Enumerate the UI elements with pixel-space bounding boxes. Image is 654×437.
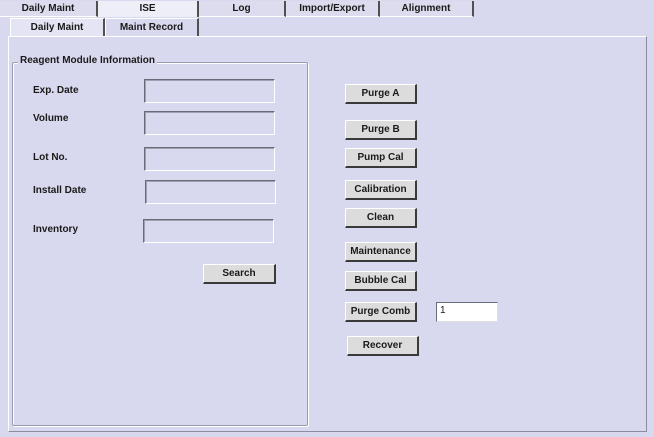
exp-date-label: Exp. Date bbox=[33, 85, 79, 96]
inventory-label: Inventory bbox=[33, 224, 79, 235]
exp-date-field[interactable] bbox=[144, 79, 275, 103]
volume-label: Volume bbox=[33, 113, 69, 124]
purge-comb-count-input[interactable]: 1 bbox=[436, 302, 498, 322]
purge-comb-button[interactable]: Purge Comb bbox=[345, 302, 417, 322]
subtab-maint-record[interactable]: Maint Record bbox=[105, 18, 199, 36]
calibration-button[interactable]: Calibration bbox=[345, 180, 417, 200]
tab-import-export[interactable]: Import/Export bbox=[286, 1, 380, 17]
sub-tab-bar: Daily Maint Maint Record bbox=[0, 18, 654, 37]
groupbox-title: Reagent Module Information bbox=[18, 55, 157, 67]
bubble-cal-button[interactable]: Bubble Cal bbox=[345, 271, 417, 291]
subtab-daily-maint[interactable]: Daily Maint bbox=[10, 18, 105, 36]
purge-a-button[interactable]: Purge A bbox=[345, 84, 417, 104]
tab-ise[interactable]: ISE bbox=[98, 1, 199, 17]
purge-b-button[interactable]: Purge B bbox=[345, 120, 417, 140]
volume-field[interactable] bbox=[144, 111, 275, 135]
install-date-field[interactable] bbox=[145, 180, 276, 204]
maintenance-button[interactable]: Maintenance bbox=[345, 242, 417, 262]
tab-daily-maint[interactable]: Daily Maint bbox=[0, 1, 98, 17]
inventory-field[interactable] bbox=[143, 219, 274, 243]
top-tab-bar: Daily Maint ISE Log Import/Export Alignm… bbox=[0, 0, 654, 18]
clean-button[interactable]: Clean bbox=[345, 208, 417, 228]
search-button[interactable]: Search bbox=[203, 264, 276, 284]
pump-cal-button[interactable]: Pump Cal bbox=[345, 148, 417, 168]
recover-button[interactable]: Recover bbox=[347, 336, 419, 356]
tab-log[interactable]: Log bbox=[199, 1, 286, 17]
install-date-label: Install Date bbox=[33, 185, 87, 196]
lot-no-field[interactable] bbox=[144, 147, 275, 171]
tab-alignment[interactable]: Alignment bbox=[380, 1, 474, 17]
lot-no-label: Lot No. bbox=[33, 152, 68, 163]
